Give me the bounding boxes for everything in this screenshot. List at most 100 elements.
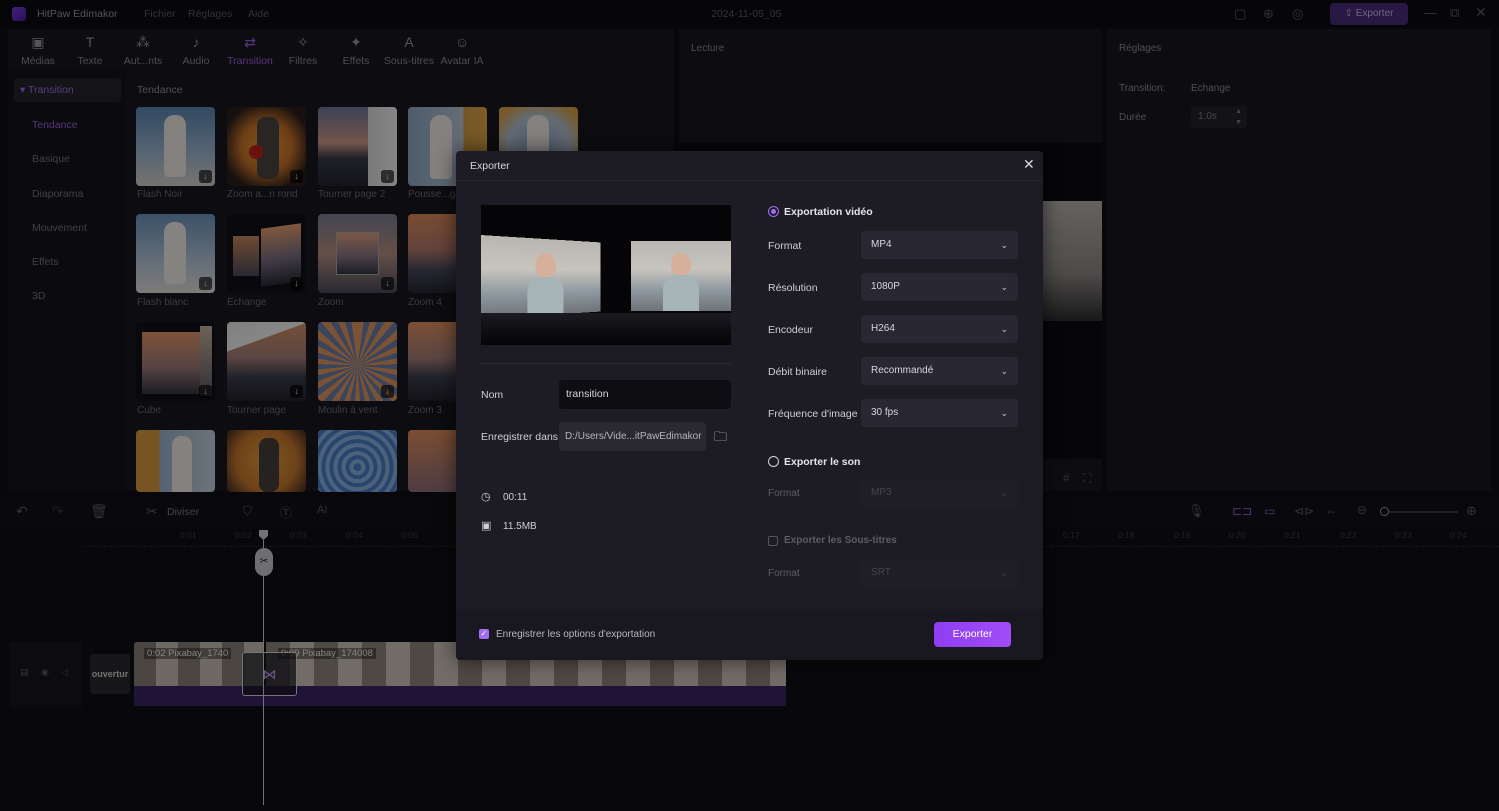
- duration-stepper[interactable]: 1.0s ▲ ▼: [1191, 106, 1247, 128]
- download-icon[interactable]: ↓: [199, 170, 212, 183]
- download-icon[interactable]: ↓: [290, 277, 303, 290]
- thumb-cube[interactable]: ↓: [136, 322, 215, 401]
- subtitles-checkbox[interactable]: [768, 536, 778, 546]
- undo-icon[interactable]: ↶: [16, 503, 28, 520]
- link-icon[interactable]: ⊏⊐: [1232, 504, 1252, 518]
- thumb-moulin-a-vent[interactable]: ↓: [318, 322, 397, 401]
- download-icon[interactable]: ↓: [381, 385, 394, 398]
- ruler-tick: 0:22: [1340, 530, 1357, 540]
- stepper-arrows-icon[interactable]: ▲ ▼: [1235, 106, 1242, 128]
- split-label[interactable]: Diviser: [167, 506, 199, 518]
- minimize-icon[interactable]: —: [1424, 5, 1437, 20]
- download-icon[interactable]: ⊕: [1263, 6, 1274, 22]
- scissors-icon[interactable]: ✂: [146, 503, 158, 520]
- redo-icon[interactable]: ↷: [52, 503, 64, 520]
- microphone-icon[interactable]: 🎙: [1188, 503, 1205, 519]
- thumb-tourner-page[interactable]: ↓: [227, 322, 306, 401]
- section-title: Tendance: [137, 84, 183, 96]
- lock-icon[interactable]: ▤: [20, 667, 29, 678]
- menu-aide[interactable]: Aide: [248, 8, 269, 20]
- playhead-split-handle[interactable]: ✂: [255, 548, 273, 576]
- app-title: HitPaw Edimakor: [37, 8, 118, 20]
- ai-icon[interactable]: AI: [317, 504, 327, 516]
- download-icon[interactable]: ↓: [199, 385, 212, 398]
- account-icon[interactable]: ◎: [1292, 6, 1303, 22]
- download-icon[interactable]: ↓: [381, 170, 394, 183]
- thumb-row4-1[interactable]: [136, 430, 215, 492]
- tool-avatar[interactable]: ☺ Avatar IA: [438, 34, 486, 67]
- sidebar-item-3d[interactable]: 3D: [32, 290, 45, 302]
- tool-medias[interactable]: ▣ Médias: [18, 34, 58, 67]
- settings-panel: Réglages Transition: Echange Durée 1.0s ▲…: [1107, 29, 1491, 491]
- menu-reglages[interactable]: Réglages: [188, 8, 232, 20]
- tool-texte[interactable]: T Texte: [72, 34, 108, 67]
- sidebar-item-diaporama[interactable]: Diaporama: [32, 188, 83, 200]
- thumb-zoom[interactable]: ↓: [318, 214, 397, 293]
- close-icon[interactable]: ✕: [1023, 156, 1035, 173]
- track-cover[interactable]: ouvertur: [90, 654, 130, 694]
- export-preview: [481, 205, 731, 345]
- encoder-select[interactable]: H264 ⌄: [861, 315, 1018, 343]
- fit-icon[interactable]: ⇔: [1325, 504, 1337, 518]
- thumb-flash-noir[interactable]: ↓: [136, 107, 215, 186]
- close-window-icon[interactable]: ✕: [1475, 4, 1487, 21]
- download-icon[interactable]: ↓: [290, 170, 303, 183]
- save-path-field[interactable]: D:/Users/Vide...itPawEdimakor: [559, 422, 706, 451]
- thumb-tourner-page-2[interactable]: ↓: [318, 107, 397, 186]
- sidebar-item-basique[interactable]: Basique: [32, 153, 70, 165]
- tool-transition[interactable]: ⇄ Transition: [224, 34, 276, 67]
- download-icon[interactable]: ↓: [290, 385, 303, 398]
- top-export-label: Exporter: [1355, 8, 1394, 19]
- tool-filtres[interactable]: ✧ Filtres: [284, 34, 322, 67]
- thumb-echange[interactable]: ↓: [227, 214, 306, 293]
- fullscreen-icon[interactable]: ⛶: [1083, 471, 1091, 486]
- folder-icon[interactable]: 🗀: [714, 428, 727, 450]
- speaker-icon[interactable]: ◁: [61, 667, 68, 678]
- bitrate-select[interactable]: Recommandé ⌄: [861, 357, 1018, 385]
- tool-autocollants[interactable]: ⁂ Aut...nts: [120, 34, 166, 67]
- transition-marker[interactable]: ⋈: [242, 652, 297, 696]
- thumb-flash-blanc[interactable]: ↓: [136, 214, 215, 293]
- sidebar-item-tendance[interactable]: Tendance: [32, 119, 78, 131]
- zoom-slider-handle[interactable]: [1380, 507, 1389, 516]
- save-options-checkbox[interactable]: ✓: [479, 629, 489, 639]
- sidebar-item-effets[interactable]: Effets: [32, 256, 59, 268]
- thumb-row4-3[interactable]: [318, 430, 397, 492]
- split-clip-icon[interactable]: ⊲⊳: [1294, 504, 1314, 518]
- chevron-down-icon: ⌄: [1000, 240, 1008, 250]
- top-export-button[interactable]: ⇪ Exporter: [1330, 3, 1408, 25]
- zoom-slider[interactable]: [1382, 511, 1458, 513]
- thumb-zoom-rond[interactable]: ↓: [227, 107, 306, 186]
- restore-icon[interactable]: ⧉: [1450, 5, 1459, 21]
- resolution-select[interactable]: 1080P ⌄: [861, 273, 1018, 301]
- video-export-radio[interactable]: [768, 206, 779, 217]
- thumb-label: Zoom a...n rond: [227, 189, 298, 200]
- sidebar-header[interactable]: ▾ Transition: [14, 78, 121, 102]
- framerate-select[interactable]: 30 fps ⌄: [861, 399, 1018, 427]
- track-icon[interactable]: ▭: [1264, 504, 1275, 518]
- delete-icon[interactable]: 🗑: [90, 503, 108, 520]
- screenshot-icon[interactable]: #: [1063, 471, 1070, 485]
- tool-audio[interactable]: ♪ Audio: [178, 34, 214, 67]
- eye-icon[interactable]: ◉: [41, 667, 49, 678]
- audio-format-select[interactable]: MP3 ⌄: [861, 479, 1018, 507]
- thumb-row4-2[interactable]: [227, 430, 306, 492]
- feedback-icon[interactable]: ▢: [1234, 6, 1246, 22]
- marker-icon[interactable]: ⛉: [243, 504, 252, 519]
- thumb-label: Moulin à vent: [318, 405, 378, 416]
- format-select[interactable]: MP4 ⌄: [861, 231, 1018, 259]
- tool-sous-titres[interactable]: A Sous-titres: [380, 34, 438, 67]
- sidebar-item-mouvement[interactable]: Mouvement: [32, 222, 87, 234]
- export-button[interactable]: Exporter: [934, 622, 1011, 647]
- zoom-in-icon[interactable]: ⊕: [1466, 503, 1477, 519]
- download-icon[interactable]: ↓: [199, 277, 212, 290]
- subs-format-select[interactable]: SRT ⌄: [861, 559, 1018, 587]
- zoom-out-icon[interactable]: ⊖: [1357, 503, 1367, 517]
- text-tool-icon[interactable]: Ⓣ: [280, 504, 292, 521]
- download-icon[interactable]: ↓: [381, 277, 394, 290]
- audio-export-radio[interactable]: [768, 456, 779, 467]
- menu-fichier[interactable]: Fichier: [144, 8, 176, 20]
- tool-effets[interactable]: ✦ Effets: [338, 34, 374, 67]
- name-input[interactable]: transition: [559, 380, 731, 409]
- chevron-down-icon: ⌄: [1000, 488, 1008, 498]
